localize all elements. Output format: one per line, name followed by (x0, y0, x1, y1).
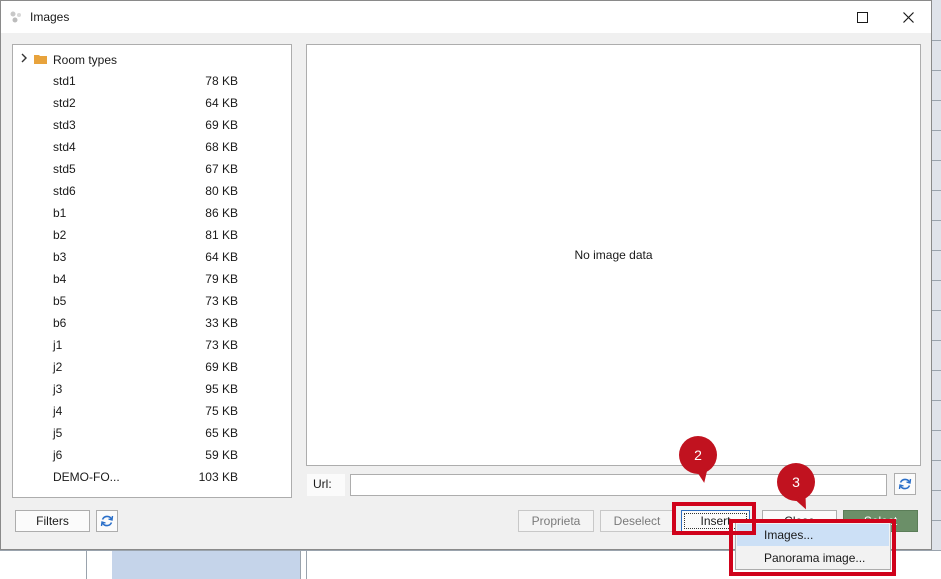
list-item[interactable]: j3 95 KB (13, 378, 291, 400)
image-name: std3 (53, 118, 76, 132)
maximize-icon (856, 11, 868, 23)
marker-pointer (695, 468, 711, 484)
list-item[interactable]: std2 64 KB (13, 92, 291, 114)
maximize-button[interactable] (839, 1, 885, 33)
image-size: 86 KB (205, 206, 238, 220)
tree-refresh-button[interactable] (96, 510, 118, 532)
image-size: 81 KB (205, 228, 238, 242)
list-item[interactable]: std3 69 KB (13, 114, 291, 136)
image-name: j2 (53, 360, 63, 374)
list-item[interactable]: b4 79 KB (13, 268, 291, 290)
list-item[interactable]: b1 86 KB (13, 202, 291, 224)
image-size: 67 KB (205, 162, 238, 176)
image-size: 95 KB (205, 382, 238, 396)
url-label: Url: (307, 474, 345, 496)
image-size: 33 KB (205, 316, 238, 330)
image-name: j1 (53, 338, 63, 352)
refresh-icon (100, 515, 114, 527)
app-icon (10, 11, 21, 23)
image-name: b5 (53, 294, 67, 308)
step-marker-2: 2 (679, 436, 717, 484)
list-item[interactable]: j1 73 KB (13, 334, 291, 356)
image-name: j5 (53, 426, 63, 440)
image-name: b1 (53, 206, 67, 220)
window-title: Images (30, 10, 70, 24)
image-name: j6 (53, 448, 63, 462)
image-name: std5 (53, 162, 76, 176)
list-item[interactable]: std5 67 KB (13, 158, 291, 180)
image-size: 69 KB (205, 360, 238, 374)
image-size: 80 KB (205, 184, 238, 198)
list-item[interactable]: std4 68 KB (13, 136, 291, 158)
image-name: b4 (53, 272, 67, 286)
list-item[interactable]: b6 33 KB (13, 312, 291, 334)
close-window-button[interactable] (885, 1, 931, 33)
image-size: 65 KB (205, 426, 238, 440)
image-size: 59 KB (205, 448, 238, 462)
image-name: b3 (53, 250, 67, 264)
image-size: 103 KB (198, 470, 238, 484)
image-size: 75 KB (205, 404, 238, 418)
tree-node-room-types[interactable]: Room types (13, 48, 291, 70)
background-grid-right (932, 0, 941, 578)
image-name: j4 (53, 404, 63, 418)
image-list: std1 78 KB std2 64 KB std3 69 KB std4 68 KB … (13, 70, 291, 488)
image-name: j3 (53, 382, 63, 396)
deselect-button[interactable]: Deselect (600, 510, 674, 532)
image-name: std4 (53, 140, 76, 154)
url-refresh-button[interactable] (894, 473, 916, 495)
image-size: 79 KB (205, 272, 238, 286)
step-marker-label: 2 (694, 447, 702, 463)
list-item[interactable]: b3 64 KB (13, 246, 291, 268)
list-item[interactable]: DEMO-FO... 103 KB (13, 466, 291, 488)
proprieta-button[interactable]: Proprieta (518, 510, 594, 532)
list-item[interactable]: std1 78 KB (13, 70, 291, 92)
refresh-icon (898, 478, 912, 490)
close-icon (902, 11, 914, 23)
image-name: std6 (53, 184, 76, 198)
image-preview: No image data (306, 44, 921, 466)
image-size: 68 KB (205, 140, 238, 154)
filters-button[interactable]: Filters (15, 510, 90, 532)
list-item[interactable]: b2 81 KB (13, 224, 291, 246)
image-name: b2 (53, 228, 67, 242)
image-size: 69 KB (205, 118, 238, 132)
image-size: 64 KB (205, 96, 238, 110)
list-item[interactable]: j2 69 KB (13, 356, 291, 378)
image-name: b6 (53, 316, 67, 330)
image-size: 73 KB (205, 294, 238, 308)
list-item[interactable]: b5 73 KB (13, 290, 291, 312)
image-name: std1 (53, 74, 76, 88)
image-tree[interactable]: Room types std1 78 KB std2 64 KB std3 69 KB… (12, 44, 292, 498)
image-size: 73 KB (205, 338, 238, 352)
list-item[interactable]: j5 65 KB (13, 422, 291, 444)
list-item[interactable]: std6 80 KB (13, 180, 291, 202)
image-name: std2 (53, 96, 76, 110)
image-size: 64 KB (205, 250, 238, 264)
step-marker-3: 3 (777, 463, 815, 512)
tree-node-label: Room types (53, 53, 118, 67)
title-bar: Images (1, 1, 931, 33)
folder-icon (34, 55, 47, 64)
list-item[interactable]: j6 59 KB (13, 444, 291, 466)
step-marker-label: 3 (792, 474, 800, 490)
chevron-right-icon[interactable] (19, 53, 29, 63)
list-item[interactable]: j4 75 KB (13, 400, 291, 422)
image-size: 78 KB (205, 74, 238, 88)
image-name: DEMO-FO... (53, 470, 120, 484)
no-image-text: No image data (574, 248, 653, 262)
highlight-insert-menu (729, 519, 896, 576)
